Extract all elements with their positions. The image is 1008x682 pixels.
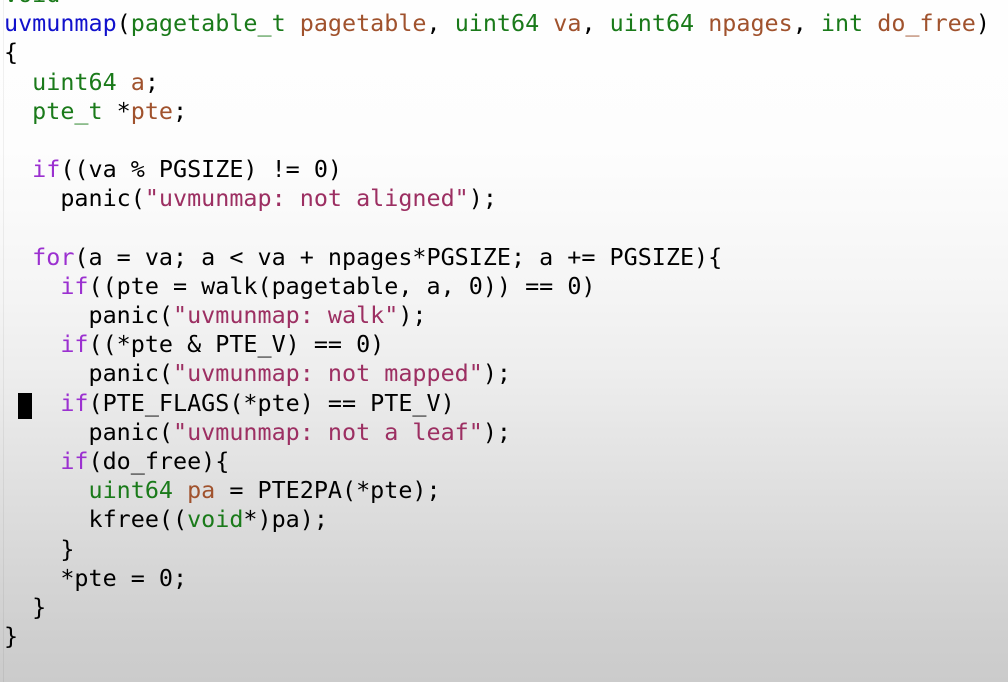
code-line[interactable]: if(PTE_FLAGS(*pte) == PTE_V): [4, 389, 990, 418]
code-editor-viewport[interactable]: voiduvmunmap(pagetable_t pagetable, uint…: [0, 0, 1008, 682]
code-token-plain: (a = va; a < va + npages*PGSIZE; a += PG…: [74, 242, 723, 271]
code-token-plain: ): [975, 9, 990, 38]
source-code-block[interactable]: voiduvmunmap(pagetable_t pagetable, uint…: [4, 0, 990, 651]
code-line[interactable]: {: [4, 38, 990, 67]
code-token-param: a: [130, 67, 145, 96]
code-line[interactable]: }: [4, 622, 990, 651]
code-token-str: "uvmunmap: not a leaf": [173, 417, 483, 446]
code-token-plain: ((*pte & PTE_V) == 0): [88, 330, 385, 359]
code-token-plain: {: [4, 38, 19, 67]
code-line[interactable]: if((va % PGSIZE) != 0): [4, 155, 990, 184]
code-token-plain: kfree((: [88, 505, 188, 534]
code-token-plain: );: [482, 359, 511, 388]
code-line[interactable]: uvmunmap(pagetable_t pagetable, uint64 v…: [4, 9, 990, 38]
code-token-param: pte: [130, 96, 174, 125]
code-line[interactable]: uint64 a;: [4, 68, 990, 97]
code-token-plain: }: [60, 534, 75, 563]
code-token-plain: (PTE_FLAGS(*pte) == PTE_V): [88, 388, 455, 417]
code-token-plain: }: [32, 592, 47, 621]
code-token-plain: = PTE2PA(*pte);: [215, 476, 441, 505]
code-line[interactable]: ​: [4, 214, 990, 243]
code-line[interactable]: }: [4, 593, 990, 622]
code-token-param: do_free: [877, 9, 976, 38]
code-token-type: uint64: [32, 67, 117, 96]
code-token-plain: );: [468, 184, 497, 213]
code-line[interactable]: uint64 pa = PTE2PA(*pte);: [4, 476, 990, 505]
code-token-plain: (do_free){: [88, 447, 230, 475]
code-token-plain: *pte = 0;: [60, 563, 188, 592]
text-block-cursor: [18, 392, 33, 419]
code-token-plain: );: [398, 301, 427, 330]
code-token-type: uint64: [609, 9, 695, 38]
code-token-plain: ;: [144, 67, 159, 96]
code-token-kw: if: [60, 271, 89, 300]
code-token-type: pagetable_t: [130, 9, 286, 38]
code-token-param: pa: [187, 476, 216, 505]
code-token-type: void: [4, 0, 60, 8]
code-line[interactable]: }: [4, 535, 990, 564]
code-token-plain: ,: [426, 9, 455, 38]
code-token-plain: (: [116, 9, 131, 38]
code-token-type: void: [187, 505, 244, 534]
code-token-type: uint64: [454, 9, 540, 38]
code-line[interactable]: for(a = va; a < va + npages*PGSIZE; a +=…: [4, 243, 990, 272]
code-token-type: pte_t: [32, 96, 103, 125]
code-token-param: pagetable: [299, 9, 427, 38]
code-token-str: "uvmunmap: not aligned": [144, 184, 469, 213]
code-token-str: "uvmunmap: walk": [173, 301, 399, 330]
code-token-param: va: [553, 9, 582, 38]
code-line[interactable]: void: [4, 0, 990, 9]
code-line[interactable]: if(do_free){: [4, 447, 990, 476]
code-line[interactable]: *pte = 0;: [4, 564, 990, 593]
code-token-plain: ((va % PGSIZE) != 0): [60, 155, 342, 184]
code-token-kw: for: [32, 242, 75, 271]
code-token-str: "uvmunmap: not mapped": [173, 359, 483, 388]
code-line[interactable]: kfree((void*)pa);: [4, 505, 990, 534]
code-token-plain: *: [102, 96, 131, 125]
code-token-plain: ,: [792, 9, 821, 38]
code-line[interactable]: panic("uvmunmap: not a leaf");: [4, 418, 990, 447]
code-token-type: uint64: [88, 476, 174, 505]
code-line[interactable]: if((*pte & PTE_V) == 0): [4, 330, 990, 359]
code-token-plain: );: [482, 417, 511, 446]
code-token-kw: if: [60, 330, 89, 359]
code-line[interactable]: ​: [4, 126, 990, 155]
code-token-plain: ;: [173, 96, 188, 125]
code-line[interactable]: panic("uvmunmap: not mapped");: [4, 359, 990, 388]
code-token-kw: if: [32, 155, 61, 184]
code-line[interactable]: panic("uvmunmap: walk");: [4, 301, 990, 330]
code-line[interactable]: if((pte = walk(pagetable, a, 0)) == 0): [4, 272, 990, 301]
code-token-plain: ,: [581, 9, 610, 38]
code-token-plain: }: [4, 622, 19, 651]
code-token-plain: *)pa);: [243, 505, 328, 534]
code-line[interactable]: pte_t *pte;: [4, 97, 990, 126]
code-token-plain: panic(: [88, 359, 174, 388]
code-token-param: npages: [708, 9, 793, 38]
code-token-plain: ((pte = walk(pagetable, a, 0)) == 0): [88, 271, 596, 300]
code-token-kw: if: [60, 447, 89, 475]
code-token-plain: panic(: [88, 417, 174, 446]
code-line[interactable]: panic("uvmunmap: not aligned");: [4, 184, 990, 213]
code-token-plain: panic(: [88, 301, 174, 330]
code-token-plain: panic(: [60, 184, 145, 213]
code-token-type: int: [820, 9, 864, 38]
code-token-kw: if: [60, 388, 89, 417]
code-token-fname: uvmunmap: [4, 9, 117, 38]
